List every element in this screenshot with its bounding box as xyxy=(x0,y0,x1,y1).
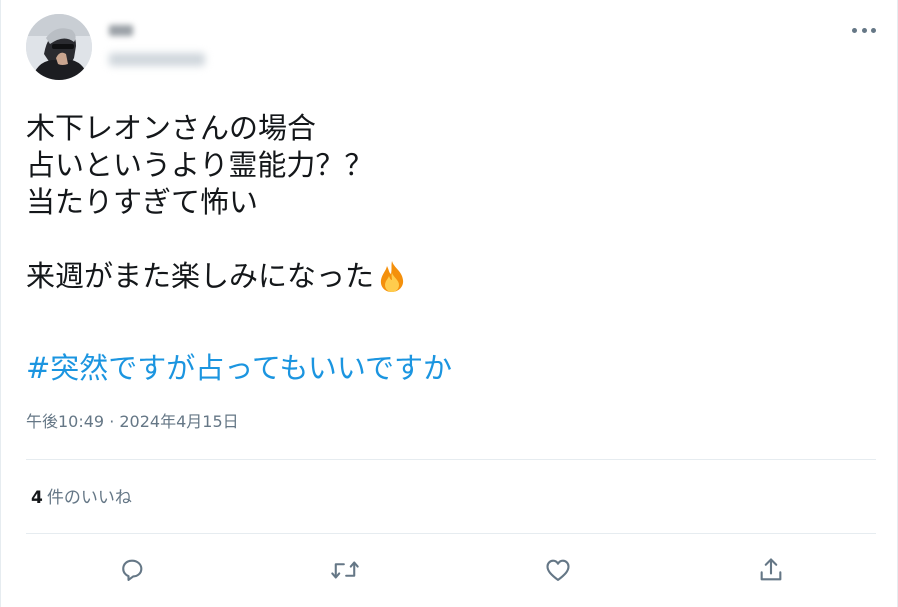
share-button[interactable] xyxy=(756,555,786,585)
likes-count: 4 xyxy=(31,488,43,508)
tweet-text-line: 来週がまた楽しみになった xyxy=(26,259,375,293)
tweet-timestamp[interactable]: 午後10:49 · 2024年4月15日 xyxy=(26,411,239,433)
tweet-text-blank-line xyxy=(26,221,866,258)
retweet-button[interactable] xyxy=(330,555,360,585)
tweet-card: 木下レオンさんの場合 占いというより霊能力？？ 当たりすぎて怖い 来週がまた楽し… xyxy=(0,0,898,607)
like-button[interactable] xyxy=(543,555,573,585)
more-dot xyxy=(861,27,867,33)
likes-label: 件のいいね xyxy=(46,488,132,508)
display-name-redacted[interactable] xyxy=(109,25,133,36)
reply-icon xyxy=(122,559,143,581)
avatar[interactable] xyxy=(26,14,92,80)
reply-button[interactable] xyxy=(117,555,147,585)
tweet-text-line-with-emoji: 来週がまた楽しみになった xyxy=(26,258,866,295)
divider xyxy=(26,459,876,460)
likes-count-link[interactable]: 4 件のいいね xyxy=(31,486,132,510)
more-options-button[interactable] xyxy=(852,23,876,37)
divider xyxy=(26,533,876,534)
more-dot xyxy=(871,27,876,33)
share-icon xyxy=(760,558,782,581)
tweet-text: 木下レオンさんの場合 占いというより霊能力？？ 当たりすぎて怖い 来週がまた楽し… xyxy=(26,110,866,295)
tweet-text-line: 木下レオンさんの場合 xyxy=(26,111,317,145)
username-redacted[interactable] xyxy=(109,53,205,66)
retweet-icon xyxy=(331,561,359,579)
more-horizontal-icon xyxy=(852,27,857,33)
fire-emoji xyxy=(375,259,409,302)
heart-icon xyxy=(546,559,570,581)
hashtag-link[interactable]: #突然ですが占ってもいいですか xyxy=(26,350,452,387)
tweet-text-line: 当たりすぎて怖い xyxy=(26,185,259,219)
tweet-text-line: 占いというより霊能力？？ xyxy=(26,148,374,182)
